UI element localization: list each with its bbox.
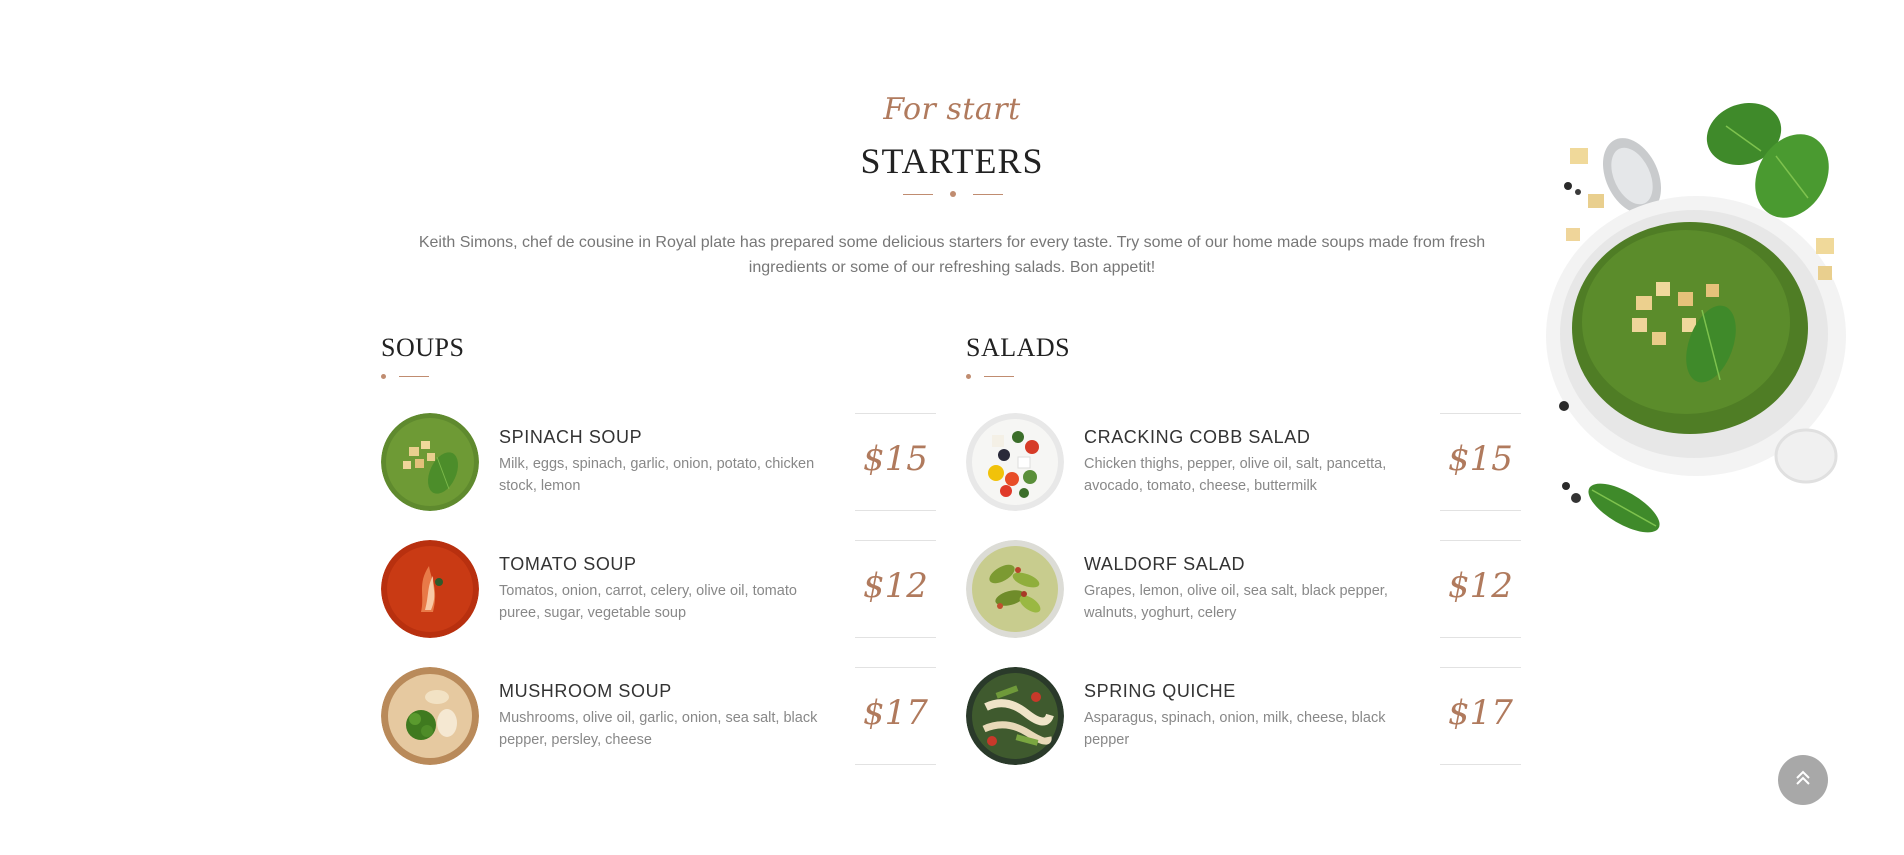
divider-dot [966, 374, 971, 379]
section-intro: Keith Simons, chef de cousine in Royal p… [418, 234, 1486, 276]
price-box: $15 [1440, 413, 1521, 511]
divider-line [973, 194, 1003, 195]
category-soups: SOUPS SPINACH SOUP Milk, eggs, spinach, … [381, 332, 936, 765]
item-name: TOMATO SOUP [499, 554, 637, 574]
category-title: SOUPS [381, 333, 465, 362]
item-price: $12 [1448, 566, 1513, 606]
item-price: $12 [863, 566, 928, 606]
divider-line [984, 376, 1014, 377]
category-divider [966, 368, 1521, 382]
title-divider [903, 188, 1003, 202]
menu-item: CRACKING COBB SALAD Chicken thighs, pepp… [966, 413, 1521, 511]
mushroom-soup-image [381, 667, 479, 765]
spring-quiche-image [966, 667, 1064, 765]
menu-item: WALDORF SALAD Grapes, lemon, olive oil, … [966, 540, 1521, 638]
item-name: CRACKING COBB SALAD [1084, 427, 1311, 447]
item-description: Mushrooms, olive oil, garlic, onion, sea… [499, 710, 818, 748]
menu-item: MUSHROOM SOUP Mushrooms, olive oil, garl… [381, 667, 936, 765]
item-name: SPINACH SOUP [499, 427, 643, 447]
divider-dot [381, 374, 386, 379]
price-box: $15 [855, 413, 936, 511]
item-name: WALDORF SALAD [1084, 554, 1246, 574]
category-title: SALADS [966, 333, 1071, 362]
tomato-soup-image [381, 540, 479, 638]
menu-item: TOMATO SOUP Tomatos, onion, carrot, cele… [381, 540, 936, 638]
scroll-to-top-button[interactable] [1778, 755, 1828, 805]
divider-line [903, 194, 933, 195]
divider-dot [950, 191, 956, 197]
price-box: $12 [1440, 540, 1521, 638]
menu-item: SPRING QUICHE Asparagus, spinach, onion,… [966, 667, 1521, 765]
item-price: $15 [863, 439, 928, 479]
price-box: $17 [1440, 667, 1521, 765]
item-price: $17 [1448, 693, 1513, 733]
hero-soup-bowl-image [1536, 96, 1846, 546]
price-box: $12 [855, 540, 936, 638]
item-name: SPRING QUICHE [1084, 681, 1236, 701]
divider-line [399, 376, 429, 377]
category-salads: SALADS CRACKING COBB SALAD Chicken thigh… [966, 332, 1521, 765]
item-price: $15 [1448, 439, 1513, 479]
item-description: Tomatos, onion, carrot, celery, olive oi… [499, 583, 797, 621]
item-description: Milk, eggs, spinach, garlic, onion, pota… [499, 456, 815, 494]
price-box: $17 [855, 667, 936, 765]
menu-item: SPINACH SOUP Milk, eggs, spinach, garlic… [381, 413, 936, 511]
double-chevron-up-icon [1794, 769, 1812, 792]
item-description: Asparagus, spinach, onion, milk, cheese,… [1084, 710, 1386, 748]
cobb-salad-image [966, 413, 1064, 511]
category-divider [381, 368, 936, 382]
item-description: Grapes, lemon, olive oil, sea salt, blac… [1084, 583, 1388, 621]
item-name: MUSHROOM SOUP [499, 681, 672, 701]
item-description: Chicken thighs, pepper, olive oil, salt,… [1084, 456, 1387, 494]
item-price: $17 [863, 693, 928, 733]
waldorf-salad-image [966, 540, 1064, 638]
spinach-soup-image [381, 413, 479, 511]
